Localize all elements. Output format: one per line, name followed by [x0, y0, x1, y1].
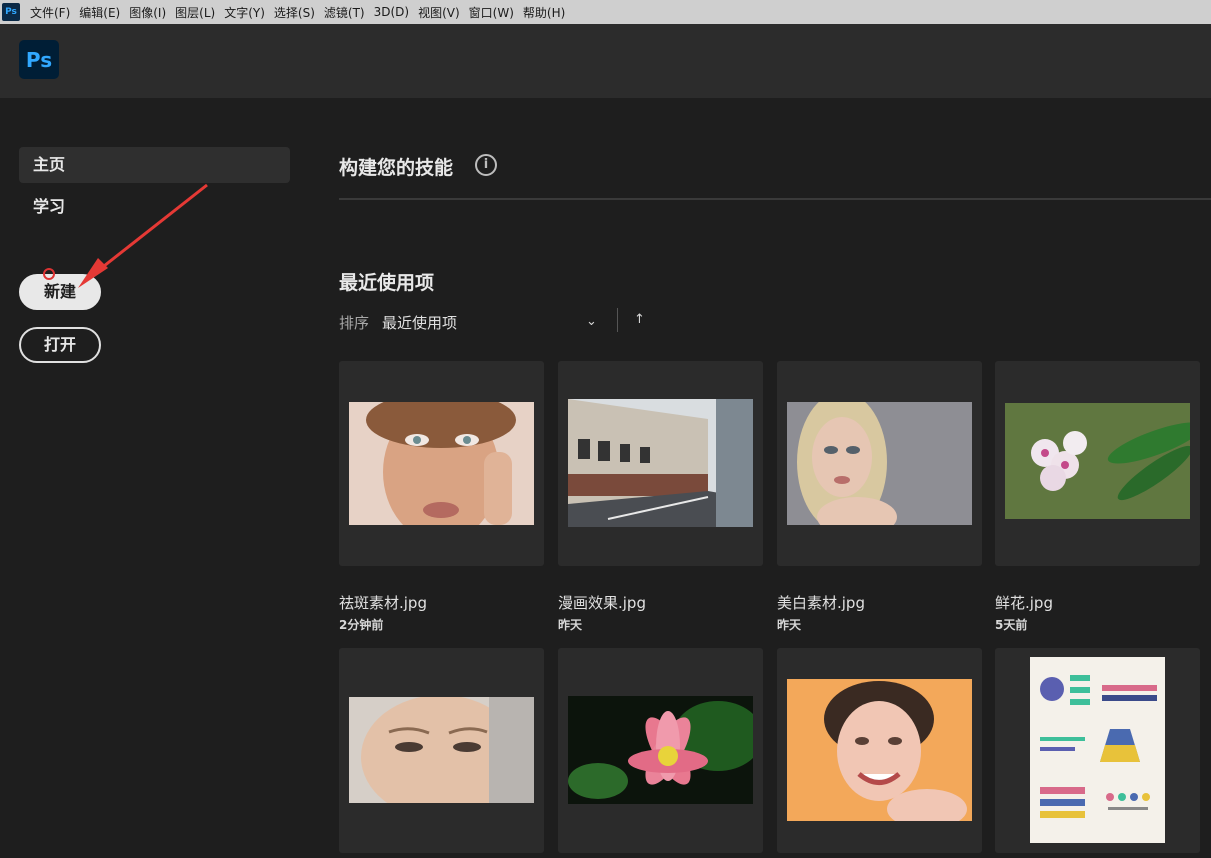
file-card[interactable] [558, 361, 763, 566]
thumbnail-smiling-girl [787, 679, 972, 821]
recent-title: 最近使用项 [339, 272, 435, 294]
sort-direction-icon[interactable]: ↑ [634, 312, 645, 327]
ps-logo: Ps [19, 40, 59, 79]
cursor-indicator [43, 268, 55, 280]
ps-app-icon: Ps [2, 3, 20, 21]
menu-edit[interactable]: 编辑(E) [79, 4, 120, 21]
divider [339, 198, 1211, 200]
info-icon[interactable]: i [475, 154, 497, 176]
thumbnail-infographic [1030, 657, 1165, 843]
file-name[interactable]: 漫画效果.jpg [558, 592, 646, 613]
file-time: 5天前 [995, 618, 1028, 632]
thumbnail-flower [1005, 403, 1190, 519]
file-name[interactable]: 祛斑素材.jpg [339, 592, 427, 613]
menu-view[interactable]: 视图(V) [418, 4, 460, 21]
file-time: 昨天 [558, 618, 583, 632]
menu-layer[interactable]: 图层(L) [175, 4, 215, 21]
thumbnail-street [568, 399, 753, 527]
file-time: 2分钟前 [339, 618, 384, 632]
file-card[interactable] [995, 361, 1200, 566]
open-button[interactable]: 打开 [19, 327, 101, 363]
file-card[interactable] [558, 648, 763, 853]
chevron-down-icon[interactable]: ⌄ [586, 314, 597, 329]
sort-dropdown[interactable]: 最近使用项 [382, 312, 457, 333]
menu-bar: Ps 文件(F) 编辑(E) 图像(I) 图层(L) 文字(Y) 选择(S) 滤… [0, 0, 1211, 24]
annotation-arrow [78, 183, 208, 288]
file-card[interactable] [777, 648, 982, 853]
menu-file[interactable]: 文件(F) [30, 4, 70, 21]
thumbnail-older-woman [349, 697, 534, 803]
file-name[interactable]: 美白素材.jpg [777, 592, 865, 613]
thumbnail-lotus [568, 696, 753, 804]
menu-image[interactable]: 图像(I) [129, 4, 166, 21]
thumbnail-face-freckles [349, 402, 534, 525]
home-screen: 主页 学习 新建 打开 构建您的技能 i 最近使用项 排序 最近使用项 ⌄ ↑ [0, 98, 1211, 858]
file-card[interactable] [339, 361, 544, 566]
file-card[interactable] [995, 648, 1200, 853]
sort-separator [617, 308, 618, 332]
menu-help[interactable]: 帮助(H) [523, 4, 565, 21]
menu-window[interactable]: 窗口(W) [469, 4, 514, 21]
file-name[interactable]: 鲜花.jpg [995, 592, 1053, 613]
menu-type[interactable]: 文字(Y) [224, 4, 265, 21]
home-header: Ps [0, 24, 1211, 98]
skills-title: 构建您的技能 [339, 157, 454, 179]
file-card[interactable] [777, 361, 982, 566]
menu-filter[interactable]: 滤镜(T) [324, 4, 365, 21]
file-time: 昨天 [777, 618, 802, 632]
sort-label: 排序 [339, 314, 370, 332]
menu-3d[interactable]: 3D(D) [374, 5, 409, 19]
thumbnail-portrait-blonde [787, 402, 972, 525]
file-card[interactable] [339, 648, 544, 853]
menu-select[interactable]: 选择(S) [274, 4, 315, 21]
